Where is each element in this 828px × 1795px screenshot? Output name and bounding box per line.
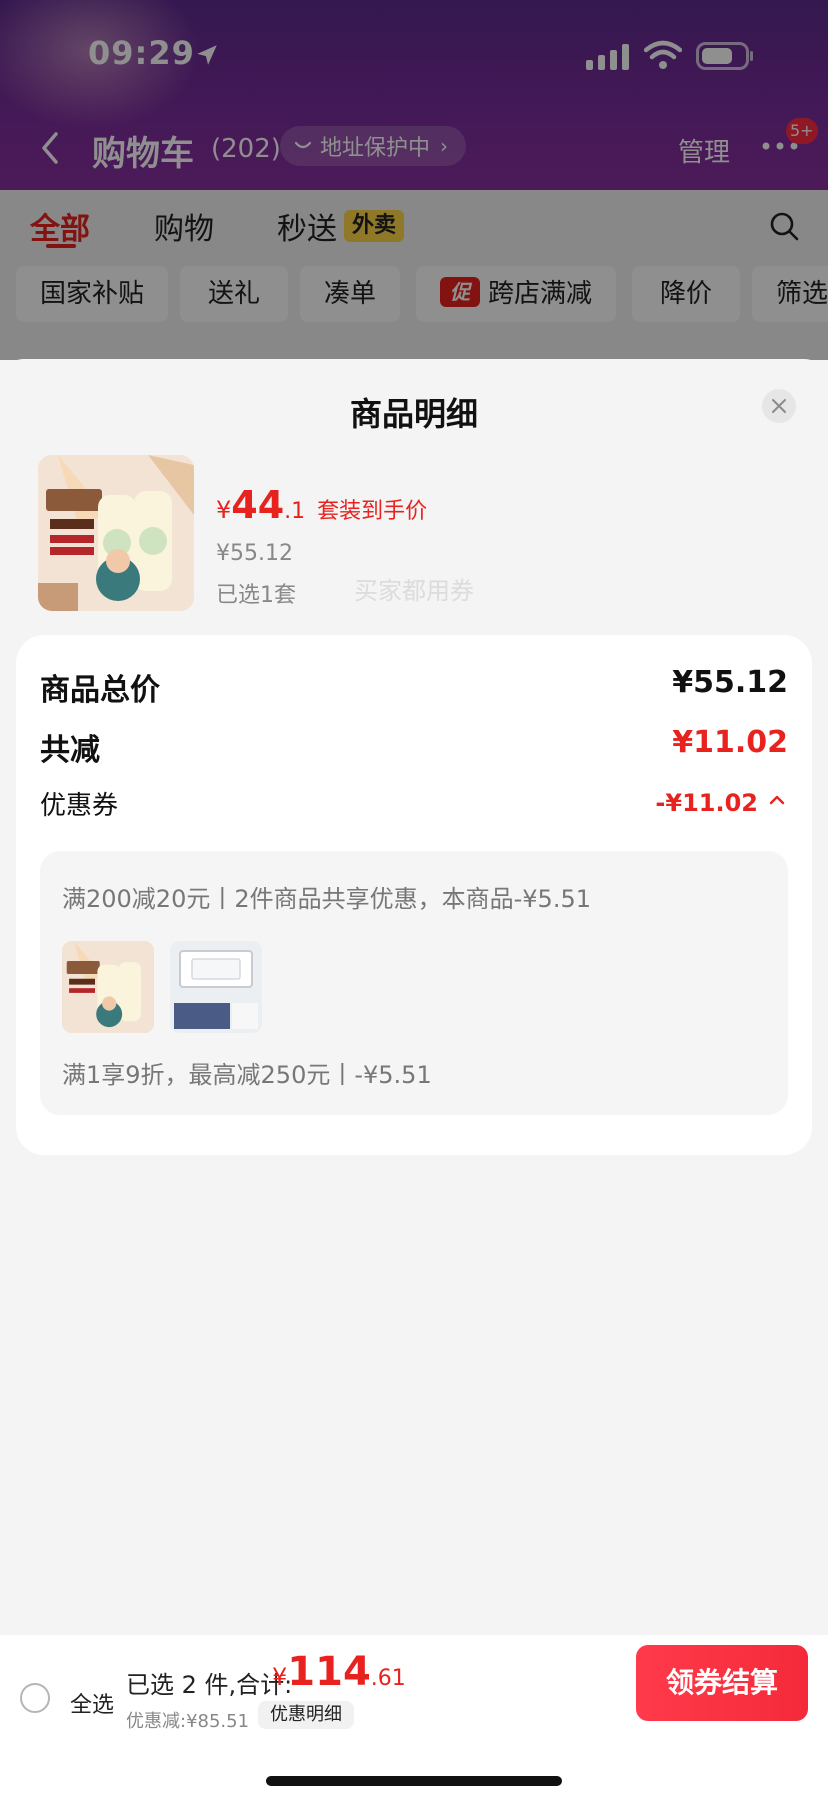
price-integer: 44 bbox=[231, 483, 285, 527]
home-indicator bbox=[266, 1776, 562, 1786]
total-price-row: 商品总价 ¥55.12 bbox=[40, 665, 788, 708]
total-decimal: .61 bbox=[370, 1666, 406, 1691]
total-symbol: ¥ bbox=[272, 1663, 288, 1691]
coupon-label: 优惠券 bbox=[40, 791, 119, 821]
coupon-rule-2: 满1享9折，最高减250元丨-¥5.51 bbox=[62, 1061, 432, 1089]
original-price: ¥55.12 bbox=[216, 541, 293, 566]
total-reduction-value: ¥11.02 bbox=[672, 725, 788, 760]
modal-overlay[interactable] bbox=[0, 0, 828, 360]
total-amount: ¥114.61 bbox=[272, 1649, 406, 1695]
product-thumbnail-art bbox=[62, 941, 154, 1033]
coupon-rule-1: 满200减20元丨2件商品共享优惠，本商品-¥5.51 bbox=[62, 885, 591, 913]
chevron-up-icon[interactable] bbox=[766, 789, 788, 811]
total-reduction-row: 共减 ¥11.02 bbox=[40, 725, 788, 768]
total-price-value: ¥55.12 bbox=[672, 665, 788, 700]
price-symbol: ¥ bbox=[216, 496, 232, 524]
select-all-checkbox[interactable] bbox=[20, 1683, 50, 1713]
sheet-title: 商品明细 bbox=[349, 395, 478, 433]
bundle-price: ¥44.1 套装到手价 bbox=[216, 483, 427, 527]
selected-count: 已选 2 件,合计: bbox=[126, 1671, 293, 1699]
coupon-row[interactable]: 优惠券 -¥11.02 bbox=[40, 785, 788, 825]
coupon-product-thumb-2[interactable] bbox=[170, 941, 262, 1033]
ceiling-lamp-image bbox=[170, 941, 262, 1033]
coupon-watermark: 买家都用券 bbox=[354, 577, 474, 605]
checkout-button[interactable]: 领券结算 bbox=[636, 1645, 808, 1721]
coupon-product-thumb-1[interactable] bbox=[62, 941, 154, 1033]
price-label: 套装到手价 bbox=[317, 499, 428, 524]
discount-detail-button[interactable]: 优惠明细 bbox=[258, 1701, 354, 1729]
select-all-label[interactable]: 全选 bbox=[70, 1687, 114, 1719]
total-price-label: 商品总价 bbox=[40, 673, 160, 708]
close-button[interactable] bbox=[762, 389, 796, 423]
cart-page-background: 09:29 购物车 (202) 地址保护中 › 管理 5+ 全部 购物 秒送 外… bbox=[0, 0, 828, 360]
coupon-value: -¥11.02 bbox=[655, 789, 758, 817]
price-decimal: .1 bbox=[284, 499, 306, 524]
discount-amount: 优惠减:¥85.51 bbox=[126, 1711, 250, 1732]
price-breakdown-card: 商品总价 ¥55.12 共减 ¥11.02 优惠券 -¥11.02 满200减2… bbox=[16, 635, 812, 1155]
product-detail-sheet: 商品明细 ¥44.1 套装到手价 ¥55.12 已选1套 商品总价 ¥55.12… bbox=[0, 359, 828, 1635]
total-reduction-label: 共减 bbox=[40, 733, 100, 768]
coupon-detail-box: 满200减20元丨2件商品共享优惠，本商品-¥5.51 满1享9折，最高减250… bbox=[40, 851, 788, 1115]
checkout-bar: 全选 已选 2 件,合计: ¥114.61 优惠减:¥85.51 优惠明细 领券… bbox=[0, 1635, 828, 1795]
close-icon bbox=[772, 399, 786, 413]
total-integer: 114 bbox=[287, 1649, 371, 1695]
